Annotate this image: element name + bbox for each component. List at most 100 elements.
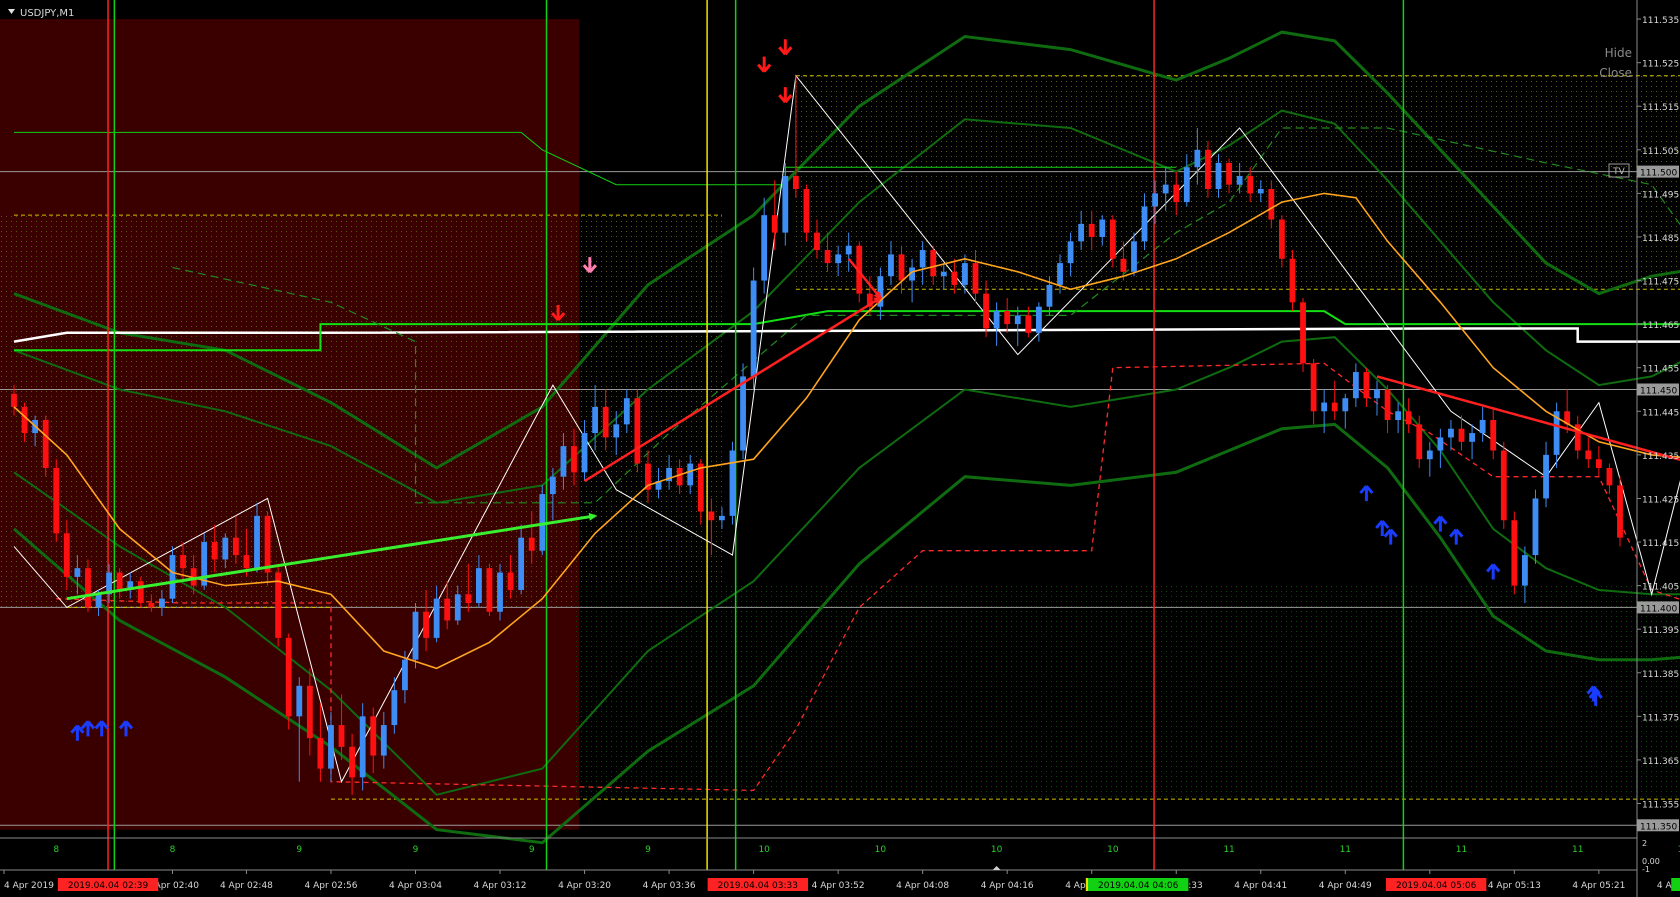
candle-body [391, 690, 398, 726]
candle-body [634, 398, 641, 464]
price-label-text: 111.500 [1640, 169, 1677, 179]
price-tick-label: 111.475 [1642, 278, 1679, 288]
price-tick-label: 111.535 [1642, 16, 1679, 26]
candle-body [697, 463, 704, 512]
candle-body [11, 393, 17, 407]
hide-button[interactable]: Hide [1605, 46, 1632, 60]
price-tick-label: 111.465 [1642, 321, 1679, 331]
time-tick-label: 4 Apr 03:36 [643, 881, 696, 891]
candle-body [497, 572, 503, 612]
subwindow-digit: 9 [645, 845, 651, 855]
candle-body [1300, 302, 1306, 364]
subwindow-axis-label: 2 [1642, 839, 1647, 848]
candle-body [1617, 485, 1623, 538]
candle-body [602, 406, 609, 438]
candle-body [623, 398, 630, 425]
candle-body [402, 659, 408, 691]
candle-body [1363, 372, 1370, 399]
candle-body [740, 376, 746, 451]
candle-body [444, 598, 451, 621]
candle-body [243, 555, 250, 569]
price-chart[interactable]: 111.535 111.525 111.515 111.505 111.495 111.4… [0, 0, 1680, 897]
candle-body [285, 637, 292, 717]
candle-body [708, 511, 715, 521]
price-tick-label: 111.375 [1642, 713, 1679, 723]
subwindow-digit: 9 [296, 845, 302, 855]
candle-body [1131, 241, 1137, 272]
candle-body [1595, 459, 1602, 468]
candle-body [507, 572, 514, 590]
time-tick-label: 4 Apr 02:48 [220, 881, 273, 891]
price-tick-label: 111.425 [1642, 495, 1679, 505]
candle-body [845, 245, 852, 255]
price-tick-label: 111.405 [1642, 583, 1679, 593]
candle-body [719, 515, 725, 521]
time-tick-label: 4 Apr 03:20 [558, 881, 611, 891]
candle-body [1448, 428, 1454, 438]
price-tick-label: 111.455 [1642, 365, 1679, 375]
candle-body [1173, 184, 1180, 203]
price-tick-label: 111.435 [1642, 452, 1679, 462]
candle-body [148, 603, 155, 608]
candle-body [1067, 241, 1074, 264]
candle-body [1490, 420, 1497, 451]
price-tick-label: 111.415 [1642, 539, 1679, 549]
time-tick-label: 4 Apr 03:12 [474, 881, 527, 891]
candle-body [528, 537, 535, 551]
subwindow-digit: 11 [1340, 845, 1351, 855]
price-tick-label: 111.495 [1642, 190, 1679, 200]
candle-body [930, 250, 937, 277]
candle-body [1500, 450, 1507, 521]
candle-body [1437, 437, 1444, 451]
candle-body [454, 594, 461, 621]
candle-body [338, 725, 345, 747]
candle-body [729, 450, 736, 516]
tv-button[interactable]: TV [1612, 167, 1625, 177]
candle-body [85, 568, 91, 608]
candle-body [1046, 284, 1053, 307]
subwindow-digit: 10 [875, 845, 887, 855]
candle-body [1342, 398, 1349, 412]
candle-body [95, 594, 102, 608]
candle-body [1025, 315, 1032, 333]
price-label-text: 111.400 [1640, 604, 1677, 614]
candle-body [306, 685, 313, 739]
candle-body [1479, 420, 1486, 434]
candle-body [433, 598, 440, 638]
candle-body [1226, 162, 1232, 185]
price-tick-label: 111.485 [1642, 234, 1679, 244]
candle-body [1543, 454, 1549, 499]
close-button[interactable]: Close [1599, 66, 1632, 80]
candle-body [42, 420, 49, 468]
candle-body [1321, 402, 1328, 412]
candle-body [211, 542, 218, 560]
candle-body [1141, 206, 1148, 242]
candle-body [1310, 363, 1317, 412]
candle-body [1194, 149, 1201, 168]
highlight-label-text: 2019.04.04 05:06 [1396, 881, 1477, 891]
time-tick-label: 4 Apr 2019 [4, 881, 54, 891]
subwindow-digit: 8 [53, 845, 59, 855]
candle-body [423, 611, 429, 638]
candle-body [169, 555, 176, 599]
candle-body [1278, 219, 1285, 259]
candle-body [803, 189, 810, 233]
price-tick-label: 111.355 [1642, 800, 1679, 810]
price-label-text: 111.450 [1640, 386, 1677, 396]
time-tick-label: 4 Apr 04:08 [896, 881, 949, 891]
candle-body [782, 175, 789, 233]
price-tick-label: 111.365 [1642, 757, 1679, 767]
candle-body [571, 446, 577, 473]
candle-body [465, 594, 472, 604]
subwindow-digit: 8 [170, 845, 176, 855]
candle-body [1331, 402, 1338, 412]
price-tick-label: 111.385 [1642, 670, 1679, 680]
time-tick-label: 4 Apr 04:49 [1319, 881, 1372, 891]
candle-body [370, 716, 377, 756]
candle-body [1035, 306, 1042, 333]
subwindow-digit: 11 [1223, 845, 1234, 855]
candle-body [1057, 263, 1063, 285]
candle-body [1426, 450, 1433, 460]
candle-body [328, 725, 334, 769]
subwindow-digit: 11 [1456, 845, 1467, 855]
